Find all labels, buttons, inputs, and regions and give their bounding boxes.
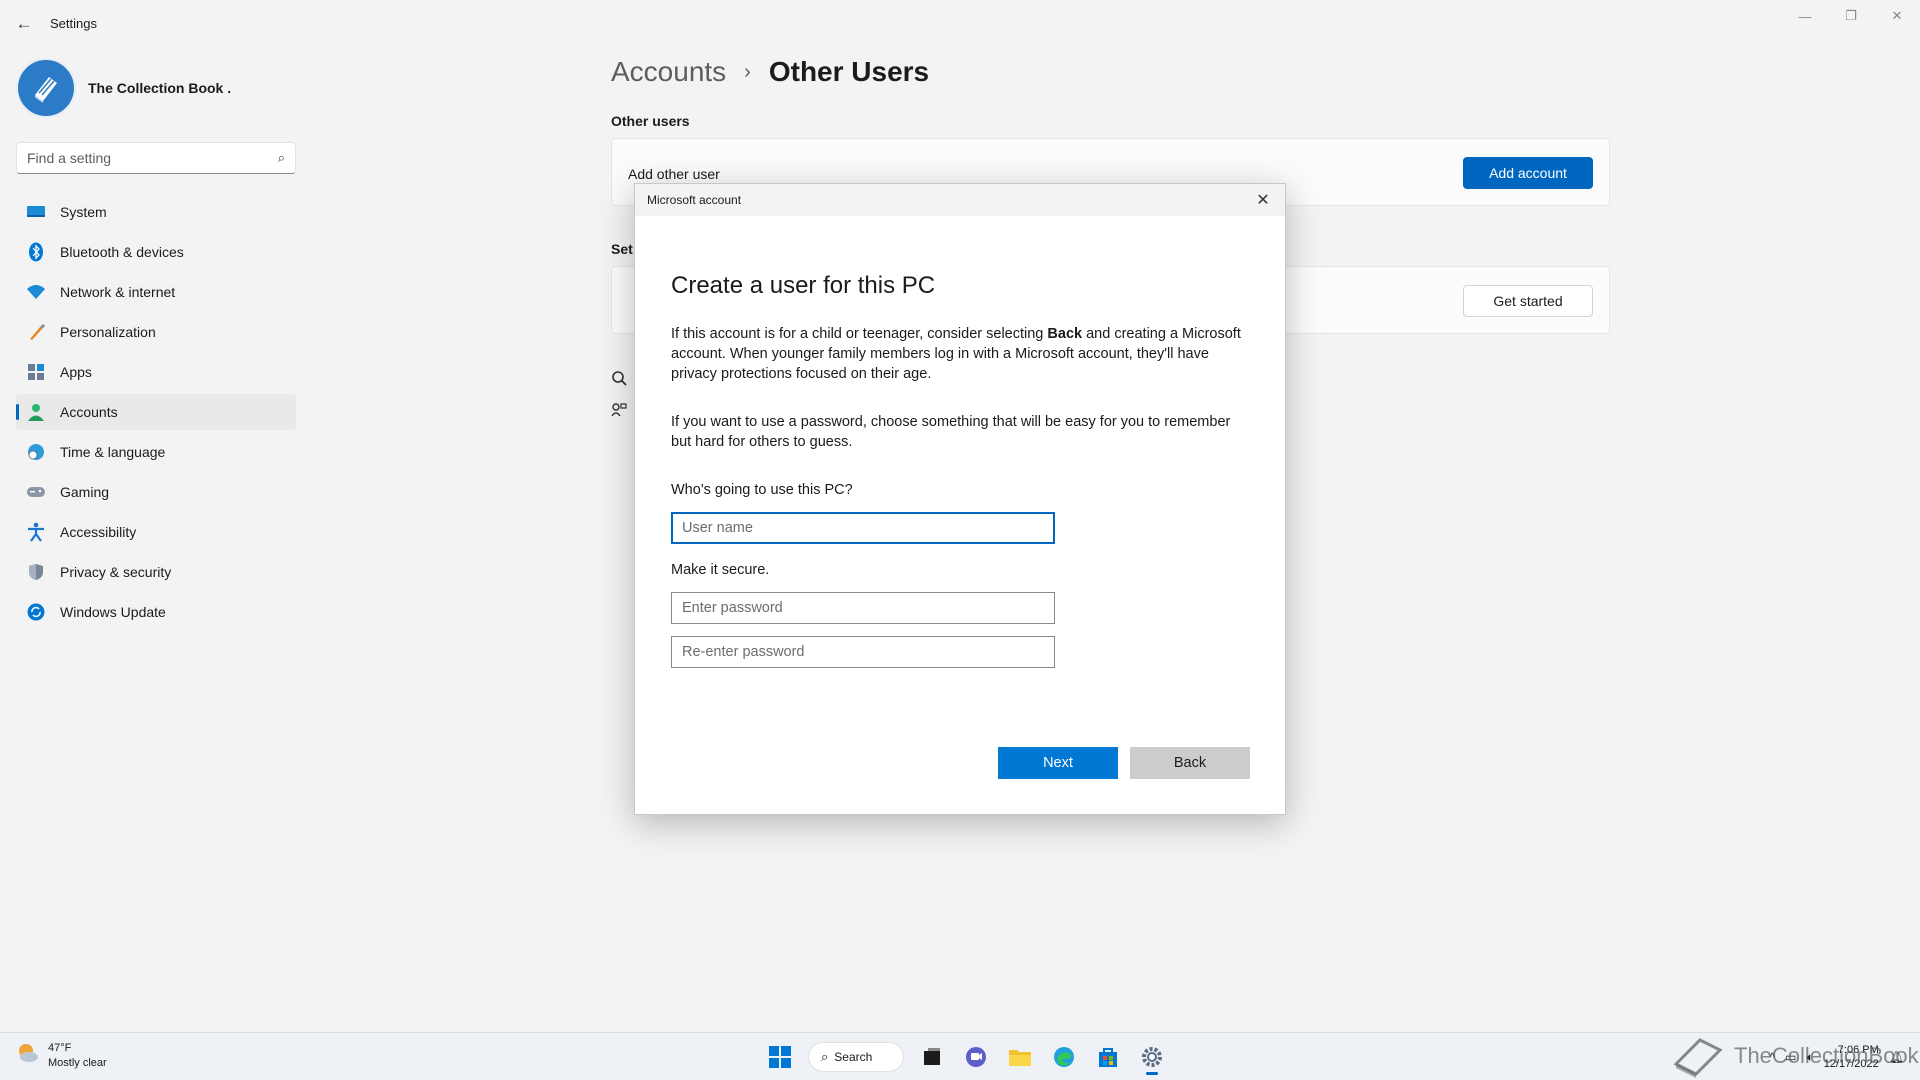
- watermark-book-icon: [1673, 1038, 1723, 1078]
- task-view-icon[interactable]: [914, 1039, 950, 1075]
- sidebar-item-label: Gaming: [60, 484, 110, 500]
- breadcrumb: Accounts › Other Users: [611, 56, 929, 88]
- profile: The Collection Book .: [16, 58, 231, 118]
- taskbar-apps: ⌕ Search: [758, 1039, 1174, 1075]
- reenter-password-input[interactable]: [671, 636, 1055, 668]
- settings-gear-icon[interactable]: [1134, 1039, 1170, 1075]
- book-icon: [35, 77, 57, 103]
- dialog-title: Microsoft account: [647, 193, 742, 207]
- gamepad-icon: [26, 482, 46, 502]
- close-icon[interactable]: ✕: [1251, 188, 1275, 212]
- close-icon[interactable]: ✕: [1874, 0, 1920, 32]
- sidebar-item-apps[interactable]: Apps: [16, 354, 296, 390]
- search-icon: ⌕: [821, 1049, 829, 1064]
- sidebar-item-accounts[interactable]: Accounts: [16, 394, 296, 430]
- watermark: TheCollectionBook: [1670, 1034, 1919, 1078]
- search-box[interactable]: ⌕: [16, 142, 296, 174]
- watermark-text: TheCollectionBook: [1734, 1043, 1919, 1068]
- sidebar-item-label: Accessibility: [60, 524, 137, 540]
- dialog-heading: Create a user for this PC: [671, 272, 936, 299]
- para1-text-before: If this account is for a child or teenag…: [671, 326, 1048, 342]
- minimize-icon[interactable]: —: [1782, 0, 1828, 32]
- sidebar-item-time-language[interactable]: Time & language: [16, 434, 296, 470]
- file-explorer-icon[interactable]: [1002, 1039, 1038, 1075]
- sidebar-item-system[interactable]: System: [16, 194, 296, 230]
- dialog-paragraph-password: If you want to use a password, choose so…: [671, 414, 1231, 450]
- apps-icon: [26, 362, 46, 382]
- update-icon: [26, 602, 46, 622]
- profile-name: The Collection Book .: [88, 80, 232, 96]
- sidebar-item-label: Privacy & security: [60, 564, 172, 580]
- sidebar-item-bluetooth[interactable]: Bluetooth & devices: [16, 234, 296, 270]
- clock-globe-icon: [26, 442, 46, 462]
- bluetooth-icon: [26, 242, 46, 262]
- page-title: Other Users: [768, 56, 930, 87]
- sidebar-item-gaming[interactable]: Gaming: [16, 474, 296, 510]
- section-label-other-users: Other users: [611, 113, 690, 129]
- title-bar: ← Settings — ❐ ✕: [0, 0, 1920, 48]
- sidebar-item-privacy[interactable]: Privacy & security: [16, 554, 296, 590]
- person-icon: [26, 402, 46, 422]
- sidebar-nav: System Bluetooth & devices Network & int…: [16, 194, 296, 634]
- username-input[interactable]: [671, 512, 1055, 544]
- start-icon[interactable]: [762, 1039, 798, 1075]
- para1-bold-back: Back: [1047, 326, 1083, 342]
- dialog-paragraph-child: If this account is for a child or teenag…: [671, 324, 1251, 384]
- add-other-user-label: Add other user: [628, 166, 720, 182]
- restore-icon[interactable]: ❐: [1828, 0, 1874, 32]
- taskbar-search[interactable]: ⌕ Search: [808, 1042, 904, 1072]
- sidebar-item-label: Personalization: [60, 324, 156, 340]
- avatar: [16, 58, 76, 118]
- breadcrumb-separator: ›: [744, 60, 751, 83]
- system-icon: [26, 202, 46, 222]
- back-arrow-icon[interactable]: ←: [12, 12, 36, 36]
- sidebar-item-label: Network & internet: [60, 284, 176, 300]
- wifi-icon: [26, 282, 46, 302]
- back-button[interactable]: Back: [1130, 747, 1250, 779]
- weather-temp: 47°F: [48, 1042, 72, 1054]
- chat-icon[interactable]: [958, 1039, 994, 1075]
- add-account-button[interactable]: Add account: [1463, 157, 1593, 189]
- search-input[interactable]: [27, 150, 278, 166]
- edge-icon[interactable]: [1046, 1039, 1082, 1075]
- who-label: Who's going to use this PC?: [671, 482, 853, 498]
- taskbar-search-label: Search: [834, 1050, 873, 1064]
- section-label-partial: Set: [611, 241, 633, 257]
- window-controls: — ❐ ✕: [1782, 0, 1920, 32]
- app-title: Settings: [50, 16, 97, 31]
- sidebar-item-windows-update[interactable]: Windows Update: [16, 594, 296, 630]
- shield-icon: [26, 562, 46, 582]
- store-icon[interactable]: [1090, 1039, 1126, 1075]
- sidebar-item-label: Windows Update: [60, 604, 166, 620]
- next-button[interactable]: Next: [998, 747, 1118, 779]
- accessibility-icon: [26, 522, 46, 542]
- password-input[interactable]: [671, 592, 1055, 624]
- weather-widget[interactable]: 47°F Mostly clear: [16, 1041, 107, 1071]
- sidebar-item-network[interactable]: Network & internet: [16, 274, 296, 310]
- sidebar-item-label: System: [60, 204, 107, 220]
- search-icon[interactable]: ⌕: [278, 150, 285, 166]
- help-search-icon: [611, 370, 627, 390]
- breadcrumb-parent[interactable]: Accounts: [611, 56, 726, 88]
- brush-icon: [26, 322, 46, 342]
- sidebar-item-label: Apps: [60, 364, 92, 380]
- moon-cloud-icon: [16, 1041, 40, 1071]
- sidebar-item-accessibility[interactable]: Accessibility: [16, 514, 296, 550]
- microsoft-account-dialog: Microsoft account ✕ Create a user for th…: [634, 183, 1286, 815]
- sidebar-item-label: Bluetooth & devices: [60, 244, 184, 260]
- sidebar-item-personalization[interactable]: Personalization: [16, 314, 296, 350]
- dialog-title-bar: Microsoft account ✕: [635, 184, 1285, 216]
- feedback-icon: [611, 402, 627, 422]
- taskbar: 47°F Mostly clear ⌕ Search ^ ▭ 🔈︎ 7:06 P…: [0, 1032, 1920, 1080]
- sidebar-item-label: Accounts: [60, 404, 118, 420]
- sidebar-item-label: Time & language: [60, 444, 166, 460]
- secure-label: Make it secure.: [671, 562, 770, 578]
- get-started-button[interactable]: Get started: [1463, 285, 1593, 317]
- weather-desc: Mostly clear: [48, 1057, 107, 1069]
